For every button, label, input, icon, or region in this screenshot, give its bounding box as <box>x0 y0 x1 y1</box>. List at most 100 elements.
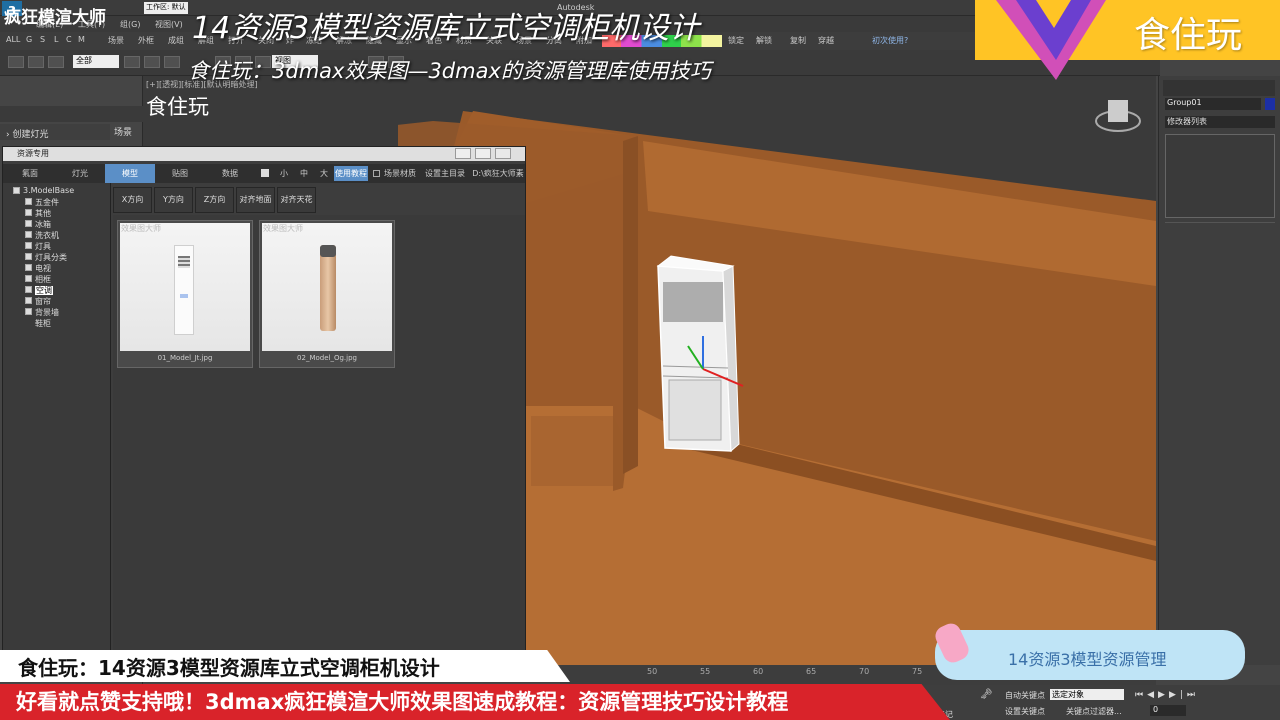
tree-item[interactable]: 鞋柜 <box>35 318 51 329</box>
filter-all[interactable]: ALL <box>6 35 20 44</box>
selection-filter-dropdown[interactable]: 全部 <box>73 55 119 68</box>
size-checkbox[interactable] <box>261 169 269 177</box>
tab-frame[interactable]: 氟面 <box>5 164 55 183</box>
category-tree: 3.ModelBase 五金件 其他 冰箱 洗衣机 灯具 灯具分类 电视 相框 … <box>3 183 111 664</box>
align-ceiling-button[interactable]: 对齐天花 <box>277 187 316 213</box>
bind-space-warp-icon[interactable] <box>48 56 64 68</box>
maximize-icon[interactable] <box>475 148 491 159</box>
tree-item-label: 灯具 <box>35 242 51 251</box>
menu-view[interactable]: 视图(V) <box>155 19 183 30</box>
plugin-title: 疯狂模渲大师 <box>4 8 106 28</box>
tree-item[interactable]: 相框 <box>25 274 51 285</box>
filter-c[interactable]: C <box>66 35 72 44</box>
tree-item-selected[interactable]: 空调 <box>25 285 53 296</box>
tree-item-label: 空调 <box>35 286 53 295</box>
tool-pass[interactable]: 穿越 <box>818 35 834 46</box>
model-thumbnail[interactable]: 效果图大师 02_Model_Og.jpg <box>259 220 395 368</box>
z-direction-button[interactable]: Z方向 <box>195 187 234 213</box>
thumbnail-caption: 02_Model_Og.jpg <box>297 354 357 362</box>
close-icon[interactable] <box>495 148 511 159</box>
tree-item[interactable]: 五金件 <box>25 197 59 208</box>
dialog-title-bar[interactable]: 资源专用 <box>3 147 525 161</box>
menu-group[interactable]: 组(G) <box>120 19 140 30</box>
brand-name: 食住玩 <box>1134 15 1243 56</box>
tree-item-label: 洗衣机 <box>35 231 59 240</box>
tree-item[interactable]: 冰箱 <box>25 219 51 230</box>
select-object-icon[interactable] <box>124 56 140 68</box>
tab-models[interactable]: 模型 <box>105 164 155 183</box>
tree-item-label: 其他 <box>35 209 51 218</box>
frame-field[interactable]: 0 <box>1150 705 1186 716</box>
tree-item[interactable]: 其他 <box>25 208 51 219</box>
tree-item[interactable]: 灯具 <box>25 241 51 252</box>
object-name-field[interactable]: Group01 <box>1165 98 1261 110</box>
timeline-tick: 55 <box>700 667 711 676</box>
key-icon[interactable]: 🗝 <box>980 689 993 700</box>
modifier-stack[interactable] <box>1165 134 1275 218</box>
thumbnail-watermark: 效果图大师 <box>121 224 161 233</box>
ac-unit-model[interactable] <box>656 255 740 453</box>
tutorial-button[interactable]: 使用教程 <box>334 166 368 181</box>
scene-button[interactable]: 场景 <box>114 125 132 138</box>
tree-item[interactable]: 背景墙 <box>25 307 59 318</box>
tree-item-label: 鞋柜 <box>35 319 51 328</box>
create-light-button[interactable]: › 创建灯光 <box>0 124 110 140</box>
tree-item-label: 相框 <box>35 275 51 284</box>
thumbnail-image <box>120 223 250 351</box>
tree-item[interactable]: 窗帘 <box>25 296 51 307</box>
tool-copy[interactable]: 复制 <box>790 35 806 46</box>
tool-frame[interactable]: 外框 <box>138 35 154 46</box>
minimize-icon[interactable] <box>455 148 471 159</box>
filter-s[interactable]: S <box>40 35 45 44</box>
scene-material-checkbox[interactable] <box>373 170 380 177</box>
unlink-icon[interactable] <box>28 56 44 68</box>
tree-root[interactable]: 3.ModelBase <box>13 186 75 195</box>
tab-lights[interactable]: 灯光 <box>55 164 105 183</box>
size-small[interactable]: 小 <box>277 164 291 183</box>
tree-item[interactable]: 灯具分类 <box>25 252 67 263</box>
tree-item-label: 灯具分类 <box>35 253 67 262</box>
tab-textures[interactable]: 贴图 <box>155 164 205 183</box>
auto-key-button[interactable]: 自动关键点 <box>1005 690 1045 701</box>
select-by-name-icon[interactable] <box>144 56 160 68</box>
scene-material-label: 场景材质 <box>384 169 416 178</box>
align-floor-button[interactable]: 对齐地面 <box>236 187 275 213</box>
size-medium[interactable]: 中 <box>297 164 311 183</box>
tool-lock[interactable]: 锁定 <box>728 35 744 46</box>
rect-selection-icon[interactable] <box>164 56 180 68</box>
link-icon[interactable] <box>8 56 24 68</box>
y-direction-button[interactable]: Y方向 <box>154 187 193 213</box>
tree-root-label: 3.ModelBase <box>23 186 75 195</box>
key-selection-dropdown[interactable]: 选定对象 <box>1050 689 1124 700</box>
tree-item-label: 五金件 <box>35 198 59 207</box>
create-light-label: 创建灯光 <box>12 130 49 140</box>
tree-expander[interactable] <box>13 187 20 194</box>
model-thumbnail[interactable]: 效果图大师 01_Model_Jt.jpg <box>117 220 253 368</box>
plugin-search-bar[interactable] <box>0 106 143 122</box>
tab-data[interactable]: 数据 <box>205 164 255 183</box>
tool-group[interactable]: 成组 <box>168 35 184 46</box>
modifier-stack-tools[interactable] <box>1165 222 1275 234</box>
set-key-button[interactable]: 设置关键点 <box>1005 706 1045 717</box>
set-root-dir-button[interactable]: 设置主目录 <box>423 164 467 183</box>
object-color-swatch[interactable] <box>1265 98 1275 110</box>
command-panel-tabs[interactable] <box>1163 80 1275 96</box>
dialog-tabs: 氟面 灯光 模型 贴图 数据 小 中 大 使用教程 场景材质 设置主目录 D:\… <box>3 164 525 183</box>
first-use-link[interactable]: 初次使用? <box>872 35 908 46</box>
tree-item[interactable]: 洗衣机 <box>25 230 59 241</box>
modifier-list-dropdown[interactable]: 修改器列表 <box>1165 116 1275 128</box>
filter-m[interactable]: M <box>78 35 85 44</box>
filter-g[interactable]: G <box>26 35 32 44</box>
tool-unlock[interactable]: 解锁 <box>756 35 772 46</box>
workspace-selector[interactable]: 工作区: 默认 <box>144 2 188 14</box>
ac-unit-preview <box>174 245 194 335</box>
x-direction-button[interactable]: X方向 <box>113 187 152 213</box>
size-large[interactable]: 大 <box>317 164 331 183</box>
key-filter-button[interactable]: 关键点过滤器... <box>1066 706 1122 717</box>
playback-controls[interactable]: ⏮◀▶▶|⏭ <box>1135 690 1275 702</box>
tool-scene[interactable]: 场景 <box>108 35 124 46</box>
filter-l[interactable]: L <box>54 35 58 44</box>
dialog-title: 资源专用 <box>17 149 49 158</box>
thumbnail-watermark: 效果图大师 <box>263 224 303 233</box>
tree-item[interactable]: 电视 <box>25 263 51 274</box>
